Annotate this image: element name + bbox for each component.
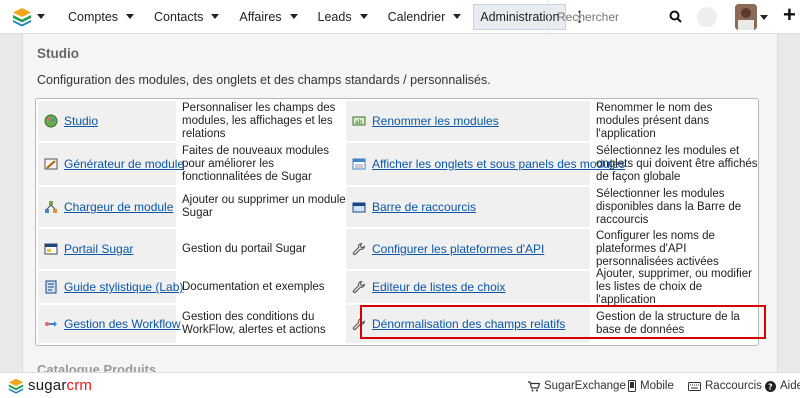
sugar-cube-icon: [13, 7, 31, 26]
nav-label: Calendrier: [387, 9, 446, 24]
module-loader-link[interactable]: Chargeur de module: [64, 200, 173, 214]
module-loader-icon: [45, 201, 57, 213]
sugar-portal-link[interactable]: Portail Sugar: [64, 242, 133, 256]
footer: sugarcrm SugarExchange Mobile Raccourcis…: [0, 372, 800, 398]
admin-desc: Gestion des conditions du WorkFlow, aler…: [182, 311, 326, 336]
admin-panel-table: Studio Personnaliser les champs des modu…: [35, 98, 766, 346]
footer-link-label: Mobile: [640, 380, 674, 392]
admin-desc: Sélectionnez les modules et onglets qui …: [596, 144, 758, 183]
admin-desc: Personnaliser les champs des modules, le…: [182, 101, 336, 140]
cart-icon: [528, 380, 540, 391]
nav-label: Leads: [317, 9, 352, 24]
search-input[interactable]: [549, 10, 661, 24]
workflow-icon: [45, 321, 57, 327]
admin-desc: Sélectionner les modules disponibles dan…: [596, 187, 742, 226]
next-section-title: Catalogue Produits: [37, 362, 157, 372]
search-icon[interactable]: [669, 10, 682, 23]
nav-leads[interactable]: Leads: [308, 0, 378, 34]
portal-icon: [44, 243, 58, 255]
sugar-logo-menu[interactable]: [0, 0, 58, 34]
admin-link-cell: Afficher les onglets et sous panels des …: [346, 143, 625, 185]
nav-label: Contacts: [154, 9, 204, 24]
studio-icon: [44, 114, 58, 128]
svg-text:?: ?: [768, 382, 773, 391]
mobile-icon: [628, 380, 636, 392]
chevron-down-icon[interactable]: [126, 14, 135, 19]
admin-link-cell: ab Renommer les modules: [346, 101, 590, 141]
keyboard-icon: [688, 381, 701, 391]
nav-affaires[interactable]: Affaires: [229, 0, 307, 34]
nav-calendrier[interactable]: Calendrier: [378, 0, 472, 34]
admin-link-cell: Générateur de module: [38, 143, 184, 185]
brand-crm: crm: [66, 377, 93, 394]
module-builder-link[interactable]: Générateur de module: [64, 157, 184, 171]
dropdown-editor-link[interactable]: Editeur de listes de choix: [372, 280, 505, 294]
user-photo: [735, 4, 757, 30]
avatar[interactable]: [735, 4, 757, 30]
admin-desc: Gestion du portail Sugar: [182, 242, 307, 255]
chevron-down-icon[interactable]: [211, 14, 220, 19]
rename-modules-icon: ab: [352, 116, 366, 126]
footer-link-label: SugarExchange: [544, 380, 626, 392]
nav-comptes[interactable]: Comptes: [58, 0, 144, 34]
module-builder-icon: [44, 158, 58, 170]
quick-create-icon[interactable]: +: [783, 4, 796, 26]
footer-link-label: Raccourcis: [705, 380, 762, 392]
section-title: Studio: [37, 46, 79, 61]
shortcut-bar-icon: [352, 202, 366, 213]
mobile-link[interactable]: Mobile: [628, 380, 674, 392]
tabs-subpanels-icon: [352, 158, 366, 170]
top-nav: Comptes Contacts Affaires Leads Calendri…: [0, 0, 800, 34]
admin-desc: Ajouter, supprimer, ou modifier les list…: [596, 267, 752, 306]
tabs-subpanels-link[interactable]: Afficher les onglets et sous panels des …: [372, 157, 625, 171]
admin-link-cell: Guide stylistique (Lab): [38, 271, 183, 303]
svg-text:ab: ab: [355, 119, 363, 126]
admin-link-cell: Portail Sugar: [38, 229, 176, 269]
sugarexchange-link[interactable]: SugarExchange: [528, 380, 626, 392]
highlight-box: [360, 305, 766, 339]
api-platforms-link[interactable]: Configurer les plateformes d'API: [372, 242, 544, 256]
admin-content: Studio Configuration des modules, des on…: [22, 34, 778, 372]
admin-link-cell: Barre de raccourcis: [346, 187, 590, 227]
brand-sugar: sugar: [28, 377, 67, 394]
wrench-icon: [352, 280, 365, 294]
section-description: Configuration des modules, des onglets e…: [37, 73, 491, 87]
workflow-link[interactable]: Gestion des Workflow: [64, 317, 181, 331]
chevron-down-icon[interactable]: [453, 14, 462, 19]
rename-modules-link[interactable]: Renommer les modules: [372, 114, 499, 128]
notifications-badge[interactable]: [697, 7, 717, 27]
style-guide-icon: [45, 280, 57, 294]
admin-desc: Renommer le nom des modules présent dans…: [596, 101, 713, 140]
chevron-down-icon[interactable]: [289, 14, 298, 19]
chevron-down-icon[interactable]: [359, 14, 368, 19]
wrench-icon: [352, 242, 365, 256]
shortcuts-link[interactable]: Raccourcis: [688, 380, 762, 392]
admin-desc: Configurer les noms de plateformes d'API…: [596, 229, 719, 268]
admin-desc: Faites de nouveaux modules pour améliore…: [182, 144, 330, 183]
nav-label: Comptes: [68, 9, 119, 24]
admin-link-cell: Chargeur de module: [38, 187, 176, 227]
admin-link-cell: Gestion des Workflow: [38, 305, 181, 343]
chevron-down-icon[interactable]: [760, 15, 768, 20]
chevron-down-icon: [37, 14, 45, 19]
nav-contacts[interactable]: Contacts: [144, 0, 229, 34]
style-guide-link[interactable]: Guide stylistique (Lab): [64, 280, 183, 294]
nav-label: Affaires: [239, 9, 282, 24]
sugar-cube-icon: [8, 378, 24, 394]
admin-link-cell: Studio: [38, 101, 176, 141]
shortcut-bar-link[interactable]: Barre de raccourcis: [372, 200, 476, 214]
admin-link-cell: Editeur de listes de choix: [346, 271, 590, 303]
studio-link[interactable]: Studio: [64, 114, 98, 128]
admin-desc: Documentation et exemples: [182, 280, 325, 293]
sugarcrm-logo[interactable]: sugarcrm: [8, 377, 92, 394]
footer-link-label: Aide: [780, 380, 800, 392]
admin-desc: Ajouter ou supprimer un module Sugar: [182, 194, 346, 219]
help-link[interactable]: ? Aide: [765, 380, 800, 392]
global-search: [548, 0, 690, 34]
admin-link-cell: Configurer les plateformes d'API: [346, 229, 590, 269]
help-icon: ?: [765, 380, 776, 392]
